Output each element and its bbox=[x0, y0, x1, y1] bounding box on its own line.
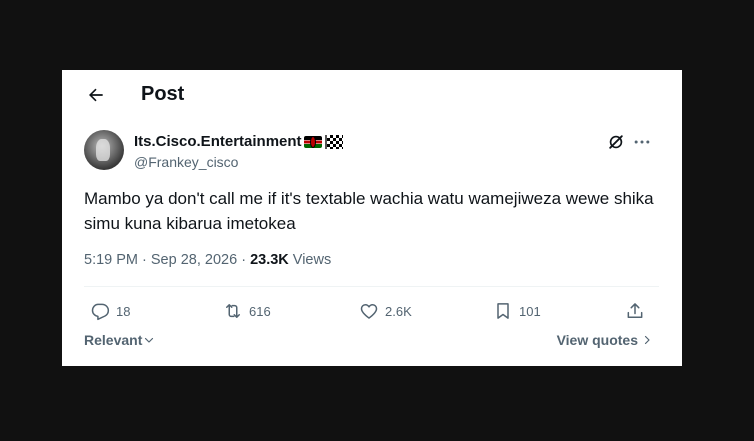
grok-icon[interactable] bbox=[606, 132, 626, 152]
reply-icon bbox=[91, 303, 110, 321]
chevron-down-icon bbox=[145, 337, 154, 343]
tweet-meta: 5:19 PM · Sep 28, 2026 · 23.3K Views bbox=[84, 250, 331, 270]
post-card: Post Its.Cisco.Entertainment @Frankey_ci… bbox=[62, 70, 682, 366]
page-title: Post bbox=[141, 83, 185, 105]
sort-relevant-dropdown[interactable]: Relevant bbox=[84, 332, 155, 348]
post-header: Post bbox=[62, 70, 682, 120]
more-options-icon[interactable] bbox=[632, 132, 652, 152]
retweet-icon bbox=[226, 304, 240, 318]
bookmark-button[interactable]: 101 bbox=[493, 298, 541, 324]
tweet-text: Mambo ya don't call me if it's textable … bbox=[84, 189, 654, 233]
divider bbox=[84, 286, 659, 287]
view-quotes-label: View quotes bbox=[556, 332, 638, 348]
kenya-flag-icon bbox=[303, 136, 322, 148]
views-count: 23.3K bbox=[250, 252, 289, 268]
sort-label: Relevant bbox=[84, 332, 143, 348]
meta-separator: · bbox=[142, 252, 151, 268]
reply-button[interactable]: 18 bbox=[90, 298, 130, 324]
arrow-left-icon bbox=[89, 88, 103, 102]
checkered-flag-icon bbox=[324, 135, 343, 149]
avatar[interactable] bbox=[84, 130, 124, 170]
back-button[interactable] bbox=[84, 83, 108, 107]
retweet-button[interactable]: 616 bbox=[223, 298, 271, 324]
author-handle[interactable]: @Frankey_cisco bbox=[134, 153, 238, 171]
like-count: 2.6K bbox=[385, 303, 412, 319]
post-footer: Relevant View quotes bbox=[84, 332, 659, 352]
reply-count: 18 bbox=[116, 303, 131, 319]
chevron-right-icon bbox=[644, 335, 650, 345]
author-display-name[interactable]: Its.Cisco.Entertainment bbox=[134, 133, 343, 151]
action-bar: 18 616 2.6K 101 bbox=[84, 298, 659, 324]
retweet-count: 616 bbox=[249, 303, 271, 319]
share-icon bbox=[627, 303, 643, 318]
author-name-text: Its.Cisco.Entertainment bbox=[134, 133, 302, 150]
bookmark-icon bbox=[497, 303, 509, 319]
like-button[interactable]: 2.6K bbox=[359, 298, 412, 324]
tweet-date[interactable]: Sep 28, 2026 bbox=[151, 252, 237, 268]
share-button[interactable] bbox=[625, 298, 645, 324]
tweet-time[interactable]: 5:19 PM bbox=[84, 252, 138, 268]
view-quotes-link[interactable]: View quotes bbox=[557, 332, 653, 348]
heart-icon bbox=[360, 304, 378, 319]
views-label: Views bbox=[292, 252, 332, 268]
meta-separator-2: · bbox=[241, 252, 251, 268]
bookmark-count: 101 bbox=[519, 303, 541, 319]
